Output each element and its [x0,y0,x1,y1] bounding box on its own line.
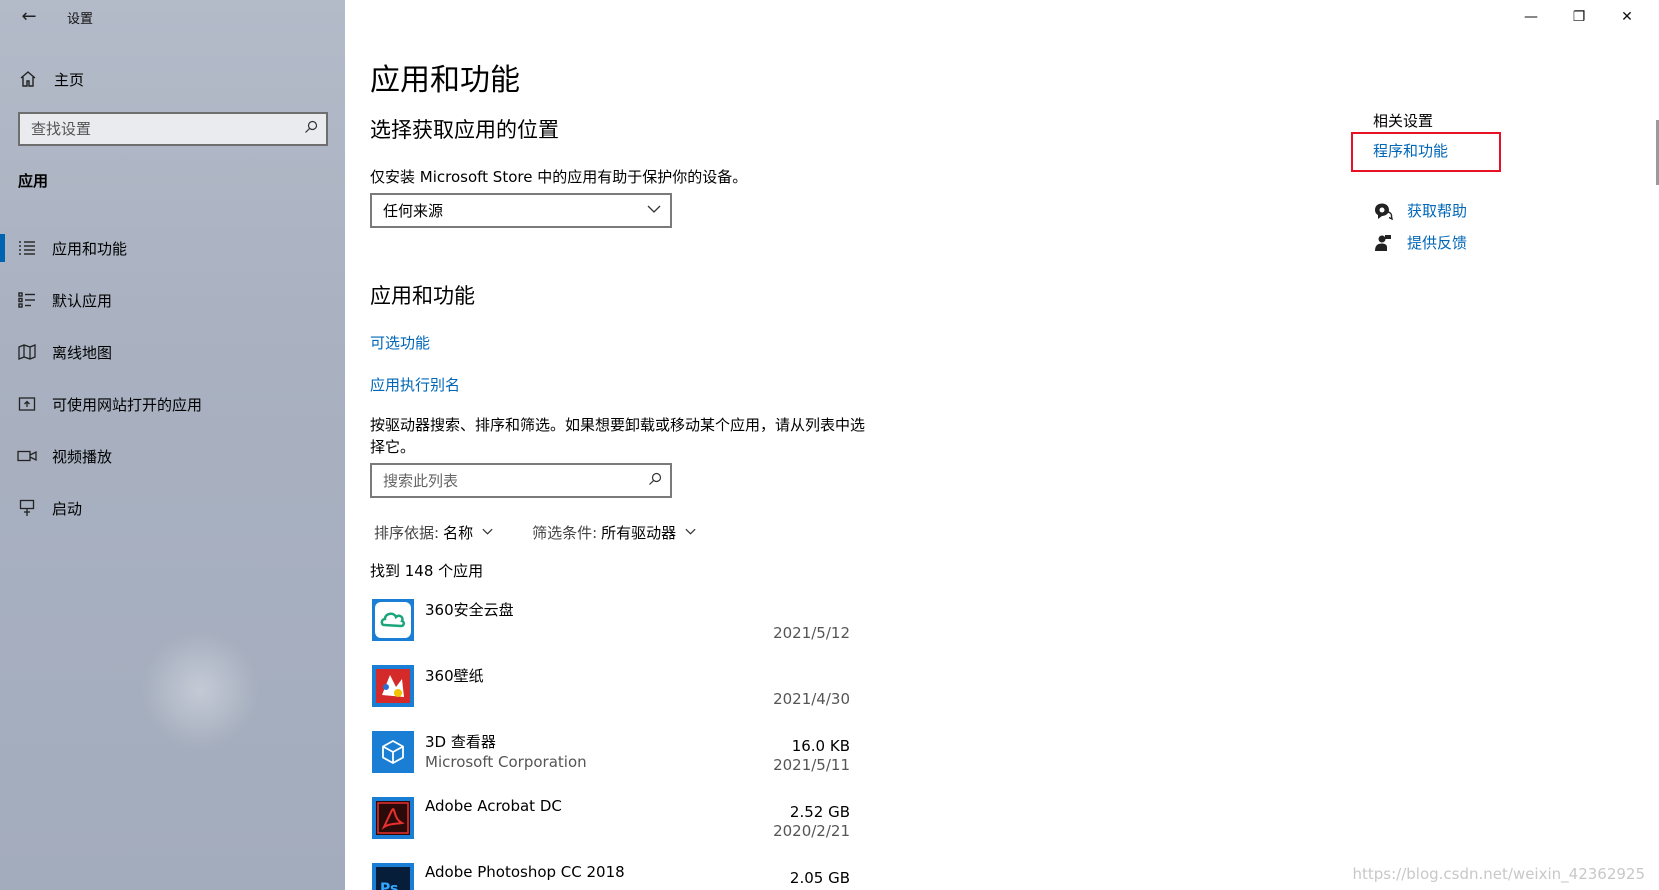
app-source-dropdown[interactable]: 任何来源 [370,193,672,228]
sidebar-item-label: 启动 [52,499,83,518]
app-install-date: 2020/2/21 [773,822,850,840]
chevron-down-icon [684,524,697,542]
sidebar-item-video-playback[interactable]: 视频播放 [0,430,345,482]
install-location-description: 仅安装 Microsoft Store 中的应用有助于保护你的设备。 [370,168,748,186]
close-button[interactable]: ✕ [1604,0,1650,34]
app-name: Adobe Photoshop CC 2018 [425,863,625,881]
programs-and-features-link[interactable]: 程序和功能 [1373,140,1448,161]
app-name: Adobe Acrobat DC [425,797,562,815]
app-execution-aliases-link[interactable]: 应用执行别名 [370,374,460,395]
watermark: https://blog.csdn.net/weixin_42362925 [1352,865,1645,883]
feedback-person-icon [1373,233,1393,253]
filter-key: 筛选条件: [532,524,598,542]
app-list-search-input[interactable] [372,465,640,496]
back-button[interactable]: ← [14,4,44,30]
app-name: 3D 查看器 [425,733,496,751]
sidebar-item-label: 视频播放 [52,447,113,466]
sidebar-item-label: 可使用网站打开的应用 [52,395,203,414]
acrobat-icon [372,797,414,839]
apps-features-heading: 应用和功能 [370,284,475,308]
wallpaper-icon [372,665,414,707]
chevron-down-icon [481,524,494,542]
default-apps-icon [17,290,37,310]
app-install-date: 2021/5/11 [773,756,850,774]
settings-search-input[interactable] [20,114,296,144]
filter-dropdown[interactable]: 筛选条件: 所有驱动器 [532,522,697,543]
app-source-value: 任何来源 [383,202,444,220]
settings-search-box[interactable] [18,112,328,146]
optional-features-link[interactable]: 可选功能 [370,332,430,353]
get-help-link[interactable]: 获取帮助 [1407,200,1467,221]
sidebar-nav: 应用和功能 默认应用 离线地图 可使用网站打开的应用 视频播放 启动 [0,222,345,534]
sort-dropdown[interactable]: 排序依据: 名称 [374,522,494,543]
give-feedback-link[interactable]: 提供反馈 [1407,232,1467,253]
page-title: 应用和功能 [370,63,520,98]
app-list-item[interactable]: Ps Adobe Photoshop CC 2018 2.05 GB [370,861,850,890]
sort-filter-bar: 排序依据: 名称 筛选条件: 所有驱动器 [374,522,735,543]
sidebar: ← 设置 主页 应用 应用和功能 默认应用 [0,0,345,890]
app-publisher: Microsoft Corporation [425,753,587,771]
app-count: 找到 148 个应用 [370,562,484,580]
get-help-row[interactable]: 获取帮助 [1373,200,1467,221]
apps-features-icon [17,238,37,258]
app-list-item[interactable]: 360壁纸 2021/4/30 [370,663,850,729]
app-install-date: 2021/4/30 [773,690,850,708]
filter-value: 所有驱动器 [601,524,677,542]
app-size: 16.0 KB [791,737,850,755]
home-icon [18,69,38,89]
sidebar-item-default-apps[interactable]: 默认应用 [0,274,345,326]
sidebar-section-label: 应用 [18,172,49,190]
sidebar-item-label: 默认应用 [52,291,113,310]
search-icon[interactable] [640,472,670,490]
apps-for-websites-icon [17,394,37,414]
sidebar-item-label: 应用和功能 [52,239,128,258]
svg-text:Ps: Ps [380,881,398,890]
photoshop-icon: Ps [372,863,414,890]
app-name: 360壁纸 [425,667,484,685]
sidebar-background-glow [140,630,260,750]
sidebar-item-startup[interactable]: 启动 [0,482,345,534]
home-label: 主页 [54,70,85,89]
sidebar-item-home[interactable]: 主页 [18,65,84,93]
window-title: 设置 [67,12,94,27]
install-location-heading: 选择获取应用的位置 [370,118,559,142]
related-settings-heading: 相关设置 [1373,112,1434,130]
cloud-icon [372,599,414,641]
sidebar-item-label: 离线地图 [52,343,113,362]
search-icon[interactable] [296,120,326,138]
app-list-item[interactable]: 360安全云盘 2021/5/12 [370,597,850,663]
app-list-search-box[interactable] [370,463,672,498]
apps-list-description: 按驱动器搜索、排序和筛选。如果想要卸载或移动某个应用，请从列表中选择它。 [370,416,866,456]
app-name: 360安全云盘 [425,601,514,619]
startup-icon [17,498,37,518]
sort-value: 名称 [443,524,474,542]
app-list-item[interactable]: Adobe Acrobat DC 2.52 GB 2020/2/21 [370,795,850,861]
cube-icon [372,731,414,773]
video-playback-icon [17,446,37,466]
maximize-button[interactable]: ❐ [1556,0,1602,34]
app-size: 2.05 GB [789,869,850,887]
give-feedback-row[interactable]: 提供反馈 [1373,232,1467,253]
app-list: 360安全云盘 2021/5/12 360壁纸 2021/4/30 3D 查看器… [370,597,850,890]
sort-key: 排序依据: [374,524,440,542]
app-install-date: 2021/5/12 [773,624,850,642]
sidebar-item-apps-for-websites[interactable]: 可使用网站打开的应用 [0,378,345,430]
chat-help-icon [1373,201,1393,221]
offline-maps-icon [17,342,37,362]
sidebar-item-offline-maps[interactable]: 离线地图 [0,326,345,378]
minimize-button[interactable]: — [1508,0,1554,34]
main-content: 应用和功能 选择获取应用的位置 仅安装 Microsoft Store 中的应用… [370,0,1270,890]
sidebar-item-apps-features[interactable]: 应用和功能 [0,222,345,274]
app-size: 2.52 GB [789,803,850,821]
app-list-item[interactable]: 3D 查看器 Microsoft Corporation 16.0 KB 202… [370,729,850,795]
chevron-down-icon [646,201,662,221]
